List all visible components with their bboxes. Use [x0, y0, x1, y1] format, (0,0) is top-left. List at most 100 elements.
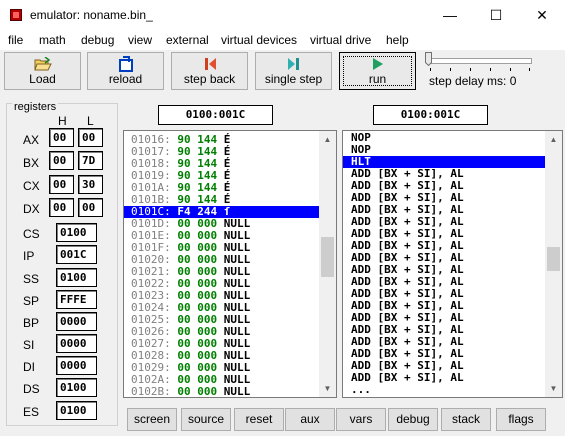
register-label: SP — [23, 294, 40, 308]
menu-math[interactable]: math — [39, 33, 66, 47]
disassembly-scrollbar[interactable]: ▲ ▼ — [545, 131, 562, 397]
menu-view[interactable]: view — [128, 33, 152, 47]
close-button[interactable]: ✕ — [519, 0, 565, 30]
ax-low-field[interactable]: 00 — [78, 128, 103, 147]
reload-icon — [88, 56, 163, 72]
ds-field[interactable]: 0100 — [56, 378, 97, 397]
disassembly-row[interactable]: NOP — [343, 144, 545, 156]
scroll-up-icon[interactable]: ▲ — [545, 131, 562, 148]
vars-button[interactable]: vars — [336, 408, 386, 431]
scroll-thumb[interactable] — [547, 247, 560, 271]
load-label: Load — [29, 72, 56, 86]
register-label: IP — [23, 249, 35, 263]
high-byte-header: H — [58, 114, 67, 128]
step-back-label: step back — [183, 72, 236, 86]
disassembly-row[interactable]: ADD [BX + SI], AL — [343, 372, 545, 384]
slider-tick — [430, 68, 431, 71]
menu-help[interactable]: help — [386, 33, 409, 47]
menu-virtual-drive[interactable]: virtual drive — [310, 33, 371, 47]
step-delay-slider[interactable] — [428, 58, 532, 64]
flags-button[interactable]: flags — [496, 408, 546, 431]
disassembly-address-input[interactable]: 0100:001C — [373, 105, 488, 125]
bp-field[interactable]: 0000 — [56, 312, 97, 331]
slider-thumb[interactable] — [425, 52, 432, 67]
bx-high-field[interactable]: 00 — [49, 151, 74, 170]
scroll-up-icon[interactable]: ▲ — [319, 131, 336, 148]
window-title: emulator: noname.bin_ — [30, 8, 153, 22]
disassembly-row[interactable]: NOP — [343, 132, 545, 144]
low-byte-header: L — [87, 114, 94, 128]
reload-label: reload — [108, 72, 143, 86]
register-label: DI — [23, 360, 35, 374]
ax-high-field[interactable]: 00 — [49, 128, 74, 147]
menu-external[interactable]: external — [166, 33, 209, 47]
play-icon — [340, 56, 415, 72]
bx-low-field[interactable]: 7D — [78, 151, 103, 170]
menu-file[interactable]: file — [8, 33, 23, 47]
memory-address-input[interactable]: 0100:001C — [158, 105, 273, 125]
app-icon — [10, 9, 22, 21]
step-back-icon — [172, 56, 247, 72]
di-field[interactable]: 0000 — [56, 356, 97, 375]
reset-button[interactable]: reset — [234, 408, 284, 431]
slider-tick — [529, 68, 530, 71]
screen-button[interactable]: screen — [127, 408, 177, 431]
register-label: SS — [23, 272, 40, 286]
menu-virtual-devices[interactable]: virtual devices — [221, 33, 297, 47]
debug-button[interactable]: debug — [388, 408, 438, 431]
scroll-down-icon[interactable]: ▼ — [319, 380, 336, 397]
load-button[interactable]: Load — [4, 52, 81, 90]
memory-listing[interactable]: 01016: 90 144 É 01017: 90 144 É 01018: 90 … — [123, 130, 337, 398]
menu-bar: file math debug view external virtual de… — [0, 30, 565, 50]
dx-high-field[interactable]: 00 — [49, 198, 74, 217]
memory-dec: 000 — [197, 385, 218, 398]
minimize-button[interactable]: — — [427, 0, 473, 30]
step-delay-label: step delay ms: 0 — [429, 74, 517, 88]
ip-field[interactable]: 001C — [56, 245, 97, 264]
single-step-button[interactable]: single step — [255, 52, 332, 90]
run-button[interactable]: run — [339, 52, 416, 90]
cx-high-field[interactable]: 00 — [49, 175, 74, 194]
register-label: BX — [23, 156, 40, 170]
open-folder-icon — [5, 56, 80, 72]
cx-low-field[interactable]: 30 — [78, 175, 103, 194]
menu-debug[interactable]: debug — [81, 33, 114, 47]
ss-field[interactable]: 0100 — [56, 268, 97, 287]
register-label: CX — [23, 179, 40, 193]
instruction-text: ... — [351, 383, 371, 396]
dx-low-field[interactable]: 00 — [78, 198, 103, 217]
maximize-button[interactable]: ☐ — [473, 0, 519, 30]
es-field[interactable]: 0100 — [56, 401, 97, 420]
registers-title: registers — [12, 101, 59, 113]
single-step-label: single step — [264, 72, 323, 86]
slider-tick — [450, 68, 451, 71]
disassembly-listing[interactable]: NOP NOP HLT ADD [BX + SI], AL ADD [BX + SI],… — [342, 130, 563, 398]
reload-button[interactable]: reload — [87, 52, 164, 90]
single-step-icon — [256, 56, 331, 72]
register-label: CS — [23, 227, 40, 241]
register-label: ES — [23, 405, 40, 419]
aux-button[interactable]: aux — [285, 408, 335, 431]
register-label: BP — [23, 316, 40, 330]
memory-char: NULL — [223, 385, 251, 398]
step-back-button[interactable]: step back — [171, 52, 248, 90]
scroll-thumb[interactable] — [321, 237, 334, 277]
si-field[interactable]: 0000 — [56, 334, 97, 353]
register-label: SI — [23, 338, 35, 352]
memory-scrollbar[interactable]: ▲ ▼ — [319, 131, 336, 397]
register-label: DX — [23, 202, 40, 216]
stack-button[interactable]: stack — [441, 408, 491, 431]
sp-field[interactable]: FFFE — [56, 290, 97, 309]
slider-tick — [470, 68, 471, 71]
register-label: AX — [23, 133, 40, 147]
slider-tick — [490, 68, 491, 71]
cs-field[interactable]: 0100 — [56, 223, 97, 242]
scroll-down-icon[interactable]: ▼ — [545, 380, 562, 397]
memory-row[interactable]: 0102B: 00 000 NULL — [124, 386, 319, 398]
register-label: DS — [23, 382, 40, 396]
source-button[interactable]: source — [181, 408, 231, 431]
disassembly-row[interactable]: ... — [343, 384, 545, 396]
run-label: run — [368, 72, 387, 86]
title-bar: emulator: noname.bin_ — ☐ ✕ — [0, 0, 565, 30]
memory-address: 0102B: — [131, 385, 171, 398]
